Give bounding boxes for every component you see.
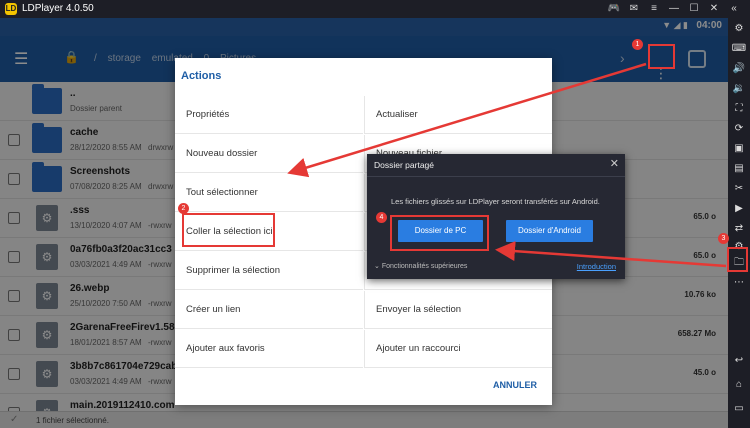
arrow-to-pc-folder	[495, 241, 727, 268]
arrow-to-actions	[287, 62, 647, 178]
annotation-arrows	[287, 62, 727, 268]
ldplayer-window: LD LDPlayer 4.0.50 🎮 ✉ ≡ — ☐ ✕ « ▼ ◢ ▮ 0…	[0, 0, 750, 428]
